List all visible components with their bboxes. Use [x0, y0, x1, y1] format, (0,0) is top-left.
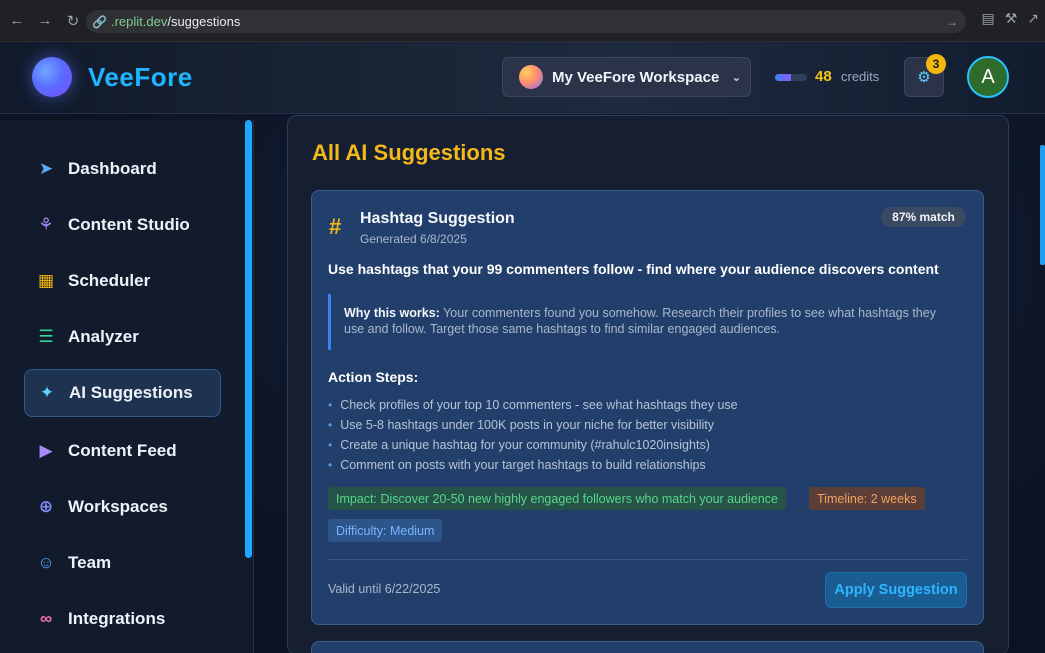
reload-icon[interactable]: ↻	[60, 8, 86, 34]
action-step: Create a unique hashtag for your communi…	[328, 435, 738, 455]
workspace-name: My VeeFore Workspace	[552, 68, 720, 86]
action-step: Check profiles of your top 10 commenters…	[328, 395, 737, 415]
rocket-icon: ➤	[38, 159, 54, 178]
sidebar-item-label: AI Suggestions	[69, 383, 193, 402]
why-label: Why this works:	[344, 306, 440, 320]
chevron-down-icon: ⌄	[731, 70, 742, 84]
wrench-icon[interactable]: ⚒	[1005, 10, 1018, 27]
sidebar-item-workspaces[interactable]: ⊕ Workspaces	[24, 483, 221, 531]
sidebar-item-dashboard[interactable]: ➤ Dashboard	[24, 145, 221, 193]
card-divider	[328, 559, 967, 560]
action-step: Comment on posts with your target hashta…	[328, 455, 738, 475]
sidebar-item-label: Content Feed	[68, 441, 177, 460]
why-this-works: Why this works: Your commenters found yo…	[328, 294, 956, 350]
brain-icon: ⚘	[38, 215, 54, 234]
app-header: VeeFore My VeeFore Workspace ⌄ 48 credit…	[0, 42, 1045, 114]
credits-progress-fill	[775, 74, 791, 81]
logo-orb[interactable]	[32, 57, 72, 97]
sidebar-item-content-feed[interactable]: ▶ Content Feed	[24, 427, 221, 475]
sidebar-item-label: Team	[68, 553, 112, 572]
credits-label: credits	[841, 69, 880, 84]
match-badge: 87% match	[881, 207, 966, 227]
sparkles-icon: ✦	[39, 383, 55, 402]
back-icon[interactable]: ←	[4, 8, 30, 34]
credits-value: 48	[815, 68, 832, 85]
workspace-selector[interactable]: My VeeFore Workspace ⌄	[502, 57, 751, 97]
browser-toolbar: ← → ↻ 🔗 .replit.dev /suggestions → ▤ ⚒ ↗	[0, 0, 1045, 42]
sidebar-item-label: Analyzer	[68, 327, 139, 346]
url-path: /suggestions	[167, 14, 241, 29]
sidebar-item-label: Content Studio	[68, 215, 190, 234]
sidebar-item-integrations[interactable]: ∞ Integrations	[24, 595, 221, 643]
sidebar-item-scheduler[interactable]: ▦ Scheduler	[24, 257, 221, 305]
calendar-icon: ▦	[37, 271, 55, 290]
address-bar[interactable]: 🔗 .replit.dev /suggestions →	[86, 10, 966, 33]
suggestion-type: Hashtag Suggestion	[360, 210, 515, 227]
link-icon: 🔗	[92, 14, 107, 29]
link-icon: ∞	[39, 609, 53, 628]
workspace-avatar	[519, 65, 543, 89]
notification-badge: 3	[926, 54, 946, 74]
sidebar-item-label: Scheduler	[68, 271, 151, 290]
sidebar-item-content-studio[interactable]: ⚘ Content Studio	[24, 201, 221, 249]
suggestion-headline: Use hashtags that your 99 commenters fol…	[328, 261, 939, 277]
sidebar-item-label: Workspaces	[68, 497, 168, 516]
users-icon: ☺	[37, 553, 55, 572]
valid-until: Valid until 6/22/2025	[328, 582, 441, 596]
apply-suggestion-button[interactable]: Apply Suggestion	[825, 572, 967, 608]
hashtag-icon: #	[329, 214, 342, 239]
go-arrow-icon[interactable]: →	[946, 15, 958, 29]
monitor-icon[interactable]: ▤	[981, 10, 994, 27]
next-suggestion-card[interactable]	[311, 641, 984, 653]
play-circle-icon: ▶	[39, 441, 53, 460]
impact-tag: Impact: Discover 20-50 new highly engage…	[328, 487, 786, 510]
globe-icon: ⊕	[38, 497, 54, 516]
sidebar-item-team[interactable]: ☺ Team	[24, 539, 221, 587]
browser-actions: ▤ ⚒ ↗	[981, 10, 1039, 27]
action-steps-list: Check profiles of your top 10 commenters…	[328, 395, 738, 475]
sidebar-item-label: Integrations	[68, 609, 166, 628]
credits-progress-bar	[775, 74, 807, 81]
suggestion-date: Generated 6/8/2025	[360, 232, 467, 246]
page-title: All AI Suggestions	[312, 140, 506, 165]
bar-chart-icon: ☰	[38, 327, 54, 346]
forward-icon[interactable]: →	[32, 8, 58, 34]
sidebar-scrollbar[interactable]	[245, 120, 252, 558]
url-host: .replit.dev	[110, 14, 168, 29]
sidebar-item-label: Dashboard	[68, 159, 157, 178]
external-link-icon[interactable]: ↗	[1027, 10, 1039, 27]
app-logo-text[interactable]: VeeFore	[88, 62, 193, 93]
difficulty-tag: Difficulty: Medium	[328, 519, 443, 542]
page-scrollbar[interactable]	[1040, 145, 1045, 265]
sidebar-item-ai-suggestions[interactable]: ✦ AI Suggestions	[24, 369, 221, 417]
timeline-tag: Timeline: 2 weeks	[809, 487, 925, 510]
action-step: Use 5-8 hashtags under 100K posts in you…	[328, 415, 738, 435]
action-steps-title: Action Steps:	[328, 369, 419, 385]
user-avatar[interactable]: A	[967, 56, 1009, 98]
sidebar-item-analyzer[interactable]: ☰ Analyzer	[24, 313, 221, 361]
